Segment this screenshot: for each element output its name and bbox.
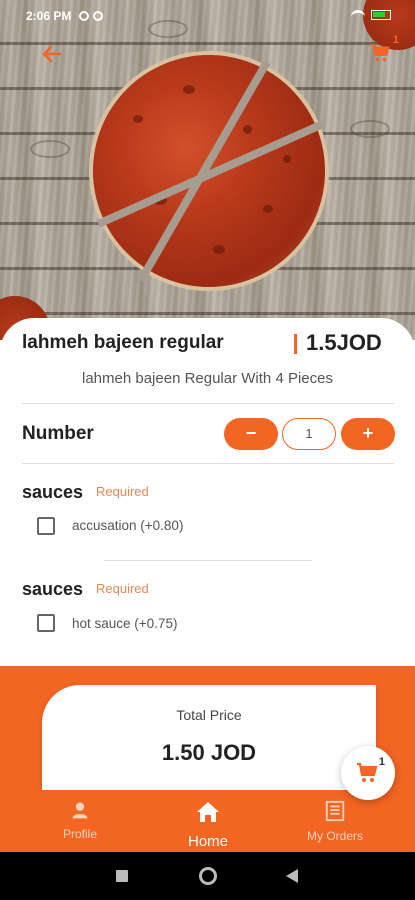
option-label[interactable]: hot sauce (+0.75) [72,616,177,631]
nav-item-home[interactable]: Home [182,800,234,850]
cart-count-badge: 1 [392,34,399,46]
status-time: 2:06 PM [26,9,72,23]
divider [22,463,394,464]
option-checkbox[interactable] [37,517,55,535]
option-group-title: sauces [22,482,84,502]
nav-item-my-orders[interactable]: My Orders [300,800,370,843]
decrease-quantity-button[interactable]: − [224,418,278,450]
recents-icon[interactable] [116,870,128,882]
increase-quantity-button[interactable]: + [341,418,395,450]
cart-icon [357,762,378,782]
back-button[interactable] [40,42,64,66]
floating-cart-button[interactable]: 1 [341,746,395,800]
home-system-icon[interactable] [199,867,217,885]
orders-icon [325,800,345,822]
price-accent-bar [294,334,297,354]
product-description: lahmeh bajeen Regular With 4 Pieces [82,370,333,387]
notification-icon [79,11,90,21]
option-group-title: sauces [22,579,84,599]
notification-icon [93,11,104,21]
nav-item-profile[interactable]: Profile [58,800,102,841]
quantity-label: Number [22,423,94,444]
header-cart-button[interactable]: 1 [369,34,399,66]
total-price-label: Total Price [176,707,242,723]
divider [104,560,312,561]
required-label: Required [96,581,149,596]
back-system-icon[interactable] [286,869,298,883]
arrow-left-icon [42,45,62,63]
person-icon [72,802,88,819]
product-name: lahmeh bajeen regular [22,332,224,353]
quantity-value[interactable]: 1 [282,418,336,450]
required-label: Required [96,484,149,499]
nav-label: My Orders [306,829,363,843]
option-checkbox[interactable] [37,614,55,632]
cart-count-badge: 1 [378,756,385,768]
nav-label: Profile [62,827,97,841]
status-icons [351,10,391,20]
nav-label: Home [187,833,228,850]
product-price: 1.5JOD [306,330,382,355]
battery-icon [371,10,391,20]
home-icon [197,802,219,822]
wifi-icon [351,10,365,20]
divider [22,403,394,404]
cart-icon [370,43,390,62]
total-price-value: 1.50 JOD [161,740,257,765]
option-label[interactable]: accusation (+0.80) [72,518,183,533]
